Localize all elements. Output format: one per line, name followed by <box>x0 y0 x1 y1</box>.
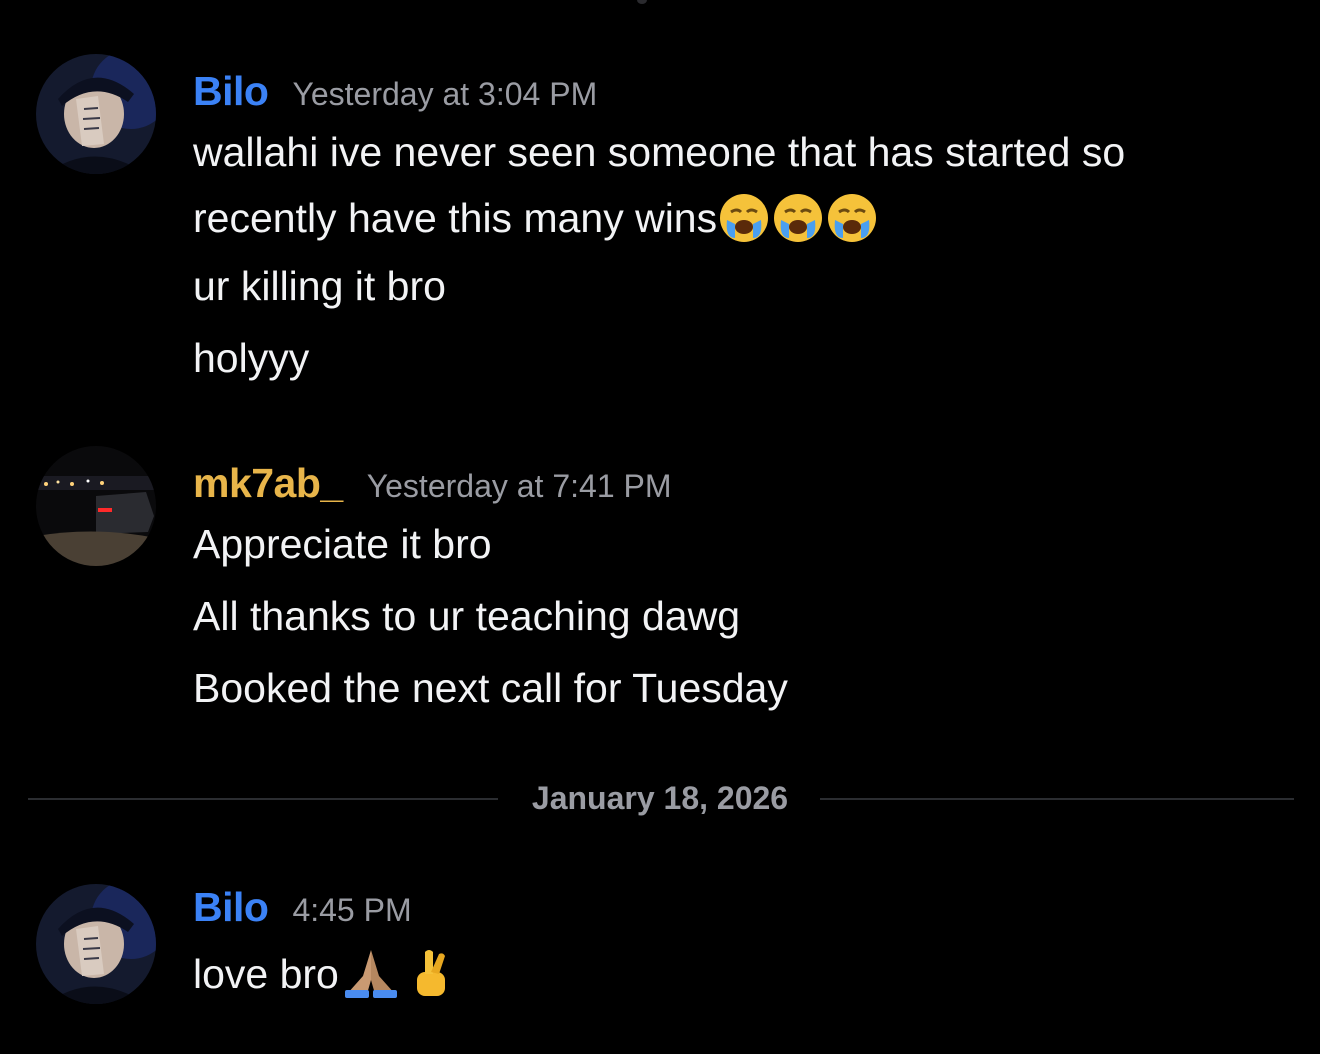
avatar-bilo-image <box>36 884 156 1004</box>
username[interactable]: Bilo <box>193 68 269 114</box>
message-text: ur killing it bro <box>193 263 446 309</box>
avatar-car-night-image <box>36 446 156 566</box>
message-text: wallahi ive never seen someone that has … <box>193 129 1126 175</box>
message-header: Bilo 4:45 PM <box>193 884 412 931</box>
scroll-top-fragment <box>637 0 647 4</box>
message-header: mk7ab_ Yesterday at 7:41 PM <box>193 460 672 507</box>
message-text-with-emoji: recently have this many wins <box>193 190 879 244</box>
message-text: All thanks to ur teaching dawg <box>193 593 740 639</box>
folded-hands-icon <box>339 946 403 1000</box>
avatar-bilo-image <box>36 54 156 174</box>
message-text: holyyy <box>193 335 310 381</box>
user-avatar[interactable] <box>36 884 156 1004</box>
message-text: recently have this many wins <box>193 195 718 241</box>
timestamp: Yesterday at 7:41 PM <box>366 468 672 504</box>
message-text-with-emoji: love bro <box>193 946 457 1000</box>
date-divider: January 18, 2026 <box>531 780 789 816</box>
message-text: Booked the next call for Tuesday <box>193 665 788 711</box>
timestamp: Yesterday at 3:04 PM <box>292 76 598 112</box>
username[interactable]: mk7ab_ <box>193 460 343 506</box>
date-divider-line-left <box>28 798 498 800</box>
loudly-crying-face-icon <box>717 190 771 244</box>
message-header: Bilo Yesterday at 3:04 PM <box>193 68 597 115</box>
loudly-crying-face-icon <box>771 190 825 244</box>
date-divider-line-right <box>820 798 1294 800</box>
user-avatar[interactable] <box>36 54 156 174</box>
timestamp: 4:45 PM <box>292 892 412 928</box>
crossed-fingers-icon <box>403 946 457 1000</box>
message-text: love bro <box>193 951 339 997</box>
username[interactable]: Bilo <box>193 884 269 930</box>
message-text: Appreciate it bro <box>193 521 492 567</box>
user-avatar[interactable] <box>36 446 156 566</box>
loudly-crying-face-icon <box>825 190 879 244</box>
